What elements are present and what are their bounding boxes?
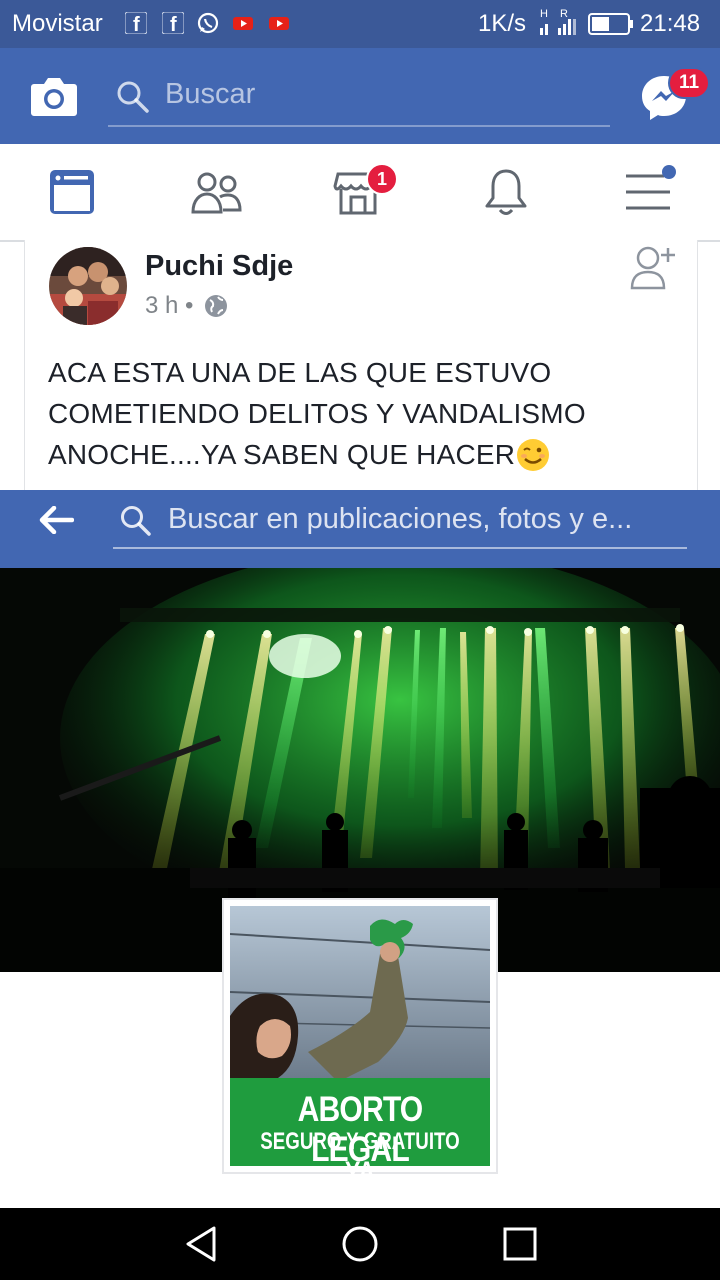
home-nav-icon[interactable]: [340, 1224, 380, 1264]
facebook-icon: f: [162, 12, 184, 34]
search-underline: [108, 125, 610, 127]
svg-text:f: f: [133, 14, 140, 34]
profile-search-underline: [113, 547, 687, 549]
banner-subtitle: SEGURO Y GRATUITO YA: [259, 1128, 462, 1190]
battery-icon: [588, 13, 633, 35]
protester-photo: [230, 906, 490, 1082]
signal-icon: H R: [540, 8, 576, 35]
carrier-name: Movistar: [12, 10, 103, 37]
whatsapp-icon: [197, 12, 219, 34]
globe-icon: [205, 295, 227, 317]
news-feed-icon[interactable]: [48, 168, 96, 216]
banner-subtitle-suffix: YA: [344, 1156, 376, 1189]
svg-text:R: R: [560, 8, 568, 20]
banner-subtitle-prefix: SEGURO Y GRATUITO: [260, 1128, 460, 1155]
youtube-icon: [233, 17, 253, 30]
back-arrow-icon[interactable]: [38, 506, 74, 534]
marketplace-badge: 1: [366, 163, 398, 195]
facebook-icon: f: [125, 12, 147, 34]
friends-icon[interactable]: [190, 170, 244, 216]
post-time: 3 h •: [145, 292, 194, 319]
clock: 21:48: [640, 10, 701, 37]
status-bar: Movistar f f 1K/s H R 21:48: [0, 0, 720, 48]
svg-text:H: H: [540, 8, 548, 20]
top-header: [0, 48, 720, 144]
profile-search-input[interactable]: Buscar en publicaciones, fotos y e...: [168, 503, 632, 536]
svg-text:f: f: [170, 14, 177, 34]
post-time-text: 3 h: [145, 292, 179, 319]
search-icon: [121, 506, 151, 536]
wink-emoji-icon: [517, 439, 550, 471]
youtube-icon: [269, 17, 289, 30]
post-text-content: ACA ESTA UNA DE LAS QUE ESTUVO COMETIEND…: [48, 357, 586, 470]
avatar[interactable]: [48, 246, 128, 326]
messenger-badge: 11: [668, 67, 710, 99]
add-friend-icon[interactable]: [628, 244, 678, 290]
search-input[interactable]: Buscar: [165, 78, 255, 111]
back-nav-icon[interactable]: [182, 1224, 220, 1264]
camera-icon[interactable]: [30, 74, 78, 118]
network-speed: 1K/s: [478, 10, 527, 37]
search-icon: [117, 81, 149, 113]
post-text: ACA ESTA UNA DE LAS QUE ESTUVO COMETIEND…: [48, 352, 688, 475]
bell-icon[interactable]: [482, 168, 530, 218]
menu-icon[interactable]: [624, 162, 680, 218]
recents-nav-icon[interactable]: [502, 1226, 538, 1262]
post-author[interactable]: Puchi Sdje: [145, 250, 293, 283]
